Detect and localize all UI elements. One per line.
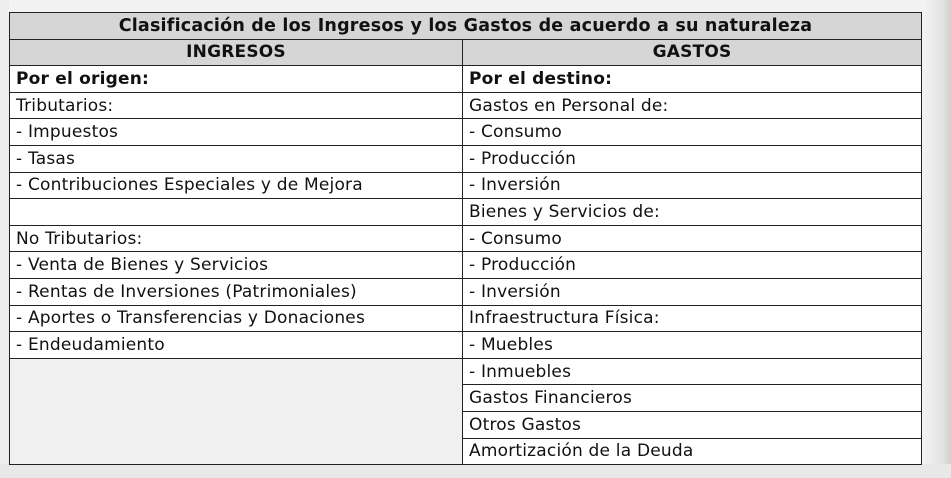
ingresos-cell: - Tasas — [9, 144, 463, 173]
table-row: - Aportes o Transferencias y Donaciones … — [9, 304, 922, 333]
table-row: - Rentas de Inversiones (Patrimoniales) … — [9, 277, 922, 306]
gastos-cell: - Inmuebles — [462, 357, 922, 386]
gastos-cell: - Inversión — [462, 277, 922, 306]
ingresos-cell — [9, 198, 463, 226]
gastos-cell: Infraestructura Física: — [462, 304, 922, 333]
ingresos-cell: No Tributarios: — [9, 224, 463, 253]
title-row: Clasificación de los Ingresos y los Gast… — [9, 12, 922, 40]
table-row: Bienes y Servicios de: — [9, 198, 922, 226]
gastos-cell: Gastos en Personal de: — [462, 91, 922, 120]
ingresos-cell: - Contribuciones Especiales y de Mejora — [9, 171, 463, 200]
table-row: - Contribuciones Especiales y de Mejora … — [9, 171, 922, 200]
ingresos-cell: - Endeudamiento — [9, 331, 463, 359]
gastos-cell: - Producción — [462, 144, 922, 173]
table-row: - Tasas - Producción — [9, 144, 922, 173]
table-row: Tributarios: Gastos en Personal de: — [9, 91, 922, 120]
ingresos-header: INGRESOS — [9, 38, 463, 67]
table-row: Por el origen: Por el destino: — [9, 65, 922, 93]
table-row: - Impuestos - Consumo — [9, 118, 922, 146]
ingresos-cell: - Impuestos — [9, 118, 463, 146]
ingresos-empty-block — [9, 357, 463, 466]
gastos-cell: Bienes y Servicios de: — [462, 198, 922, 226]
gastos-cell: Amortización de la Deuda — [462, 437, 922, 466]
ingresos-cell: - Rentas de Inversiones (Patrimoniales) — [9, 277, 463, 306]
ingresos-cell: Por el origen: — [9, 65, 463, 93]
gastos-cell: - Muebles — [462, 331, 922, 359]
table-row: - Inmuebles — [9, 357, 922, 466]
left-margin — [0, 0, 9, 478]
gastos-cell: Otros Gastos — [462, 410, 922, 439]
ingresos-cell: Tributarios: — [9, 91, 463, 120]
gastos-cell: Gastos Financieros — [462, 384, 922, 412]
table-row: - Venta de Bienes y Servicios - Producci… — [9, 251, 922, 279]
header-row: INGRESOS GASTOS — [9, 38, 922, 67]
classification-table: Clasificación de los Ingresos y los Gast… — [9, 12, 922, 466]
gastos-cell: Por el destino: — [462, 65, 922, 93]
table-title: Clasificación de los Ingresos y los Gast… — [9, 12, 922, 40]
gastos-header: GASTOS — [462, 38, 922, 67]
gastos-cell: - Consumo — [462, 224, 922, 253]
right-margin-shadow — [922, 0, 951, 478]
gastos-cell: - Consumo — [462, 118, 922, 146]
ingresos-cell: - Aportes o Transferencias y Donaciones — [9, 304, 463, 333]
ingresos-cell: - Venta de Bienes y Servicios — [9, 251, 463, 279]
gastos-cell: - Inversión — [462, 171, 922, 200]
gastos-cell: - Producción — [462, 251, 922, 279]
table-row: No Tributarios: - Consumo — [9, 224, 922, 253]
table-row: - Endeudamiento - Muebles — [9, 331, 922, 359]
bottom-margin — [0, 464, 951, 478]
